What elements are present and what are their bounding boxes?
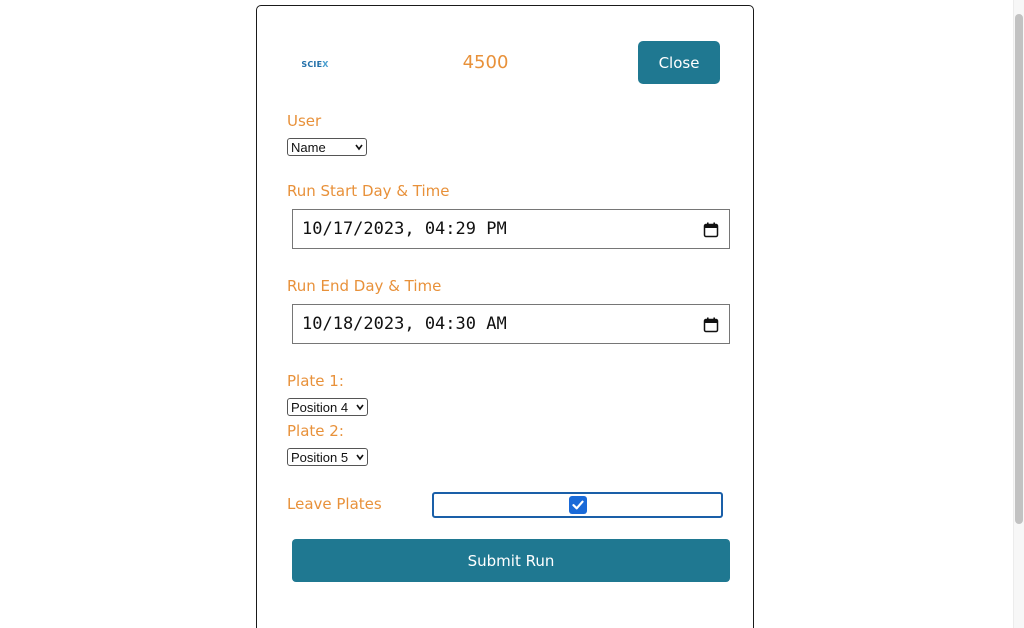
- user-label: User: [287, 112, 322, 130]
- instrument-title: 4500: [462, 52, 509, 73]
- user-select-value: Name: [291, 139, 326, 155]
- run-start-label: Run Start Day & Time: [287, 182, 450, 200]
- chevron-down-icon: [355, 144, 363, 151]
- scrollbar-thumb[interactable]: [1015, 14, 1023, 524]
- run-end-input[interactable]: 10/18/2023, 04:30 AM: [292, 304, 730, 344]
- close-button[interactable]: Close: [638, 41, 720, 84]
- chevron-down-icon: [356, 404, 364, 411]
- plate2-label: Plate 2:: [287, 422, 344, 440]
- run-start-input[interactable]: 10/17/2023, 04:29 PM: [292, 209, 730, 249]
- plate2-select-value: Position 5: [291, 449, 349, 465]
- logo-text: SCIEX: [301, 60, 329, 69]
- plate1-select-value: Position 4: [291, 399, 349, 415]
- run-dialog: SCIEX 4500 Close User Name Run Start Day…: [256, 5, 754, 628]
- plate1-label: Plate 1:: [287, 372, 344, 390]
- leave-plates-checkbox-container[interactable]: [432, 492, 723, 518]
- calendar-icon[interactable]: [703, 222, 719, 238]
- chevron-down-icon: [356, 454, 364, 461]
- run-end-label: Run End Day & Time: [287, 277, 442, 295]
- sciex-logo: SCIEX: [299, 58, 331, 72]
- leave-plates-label: Leave Plates: [287, 495, 382, 513]
- plate1-select[interactable]: Position 4: [287, 398, 368, 416]
- page: SCIEX 4500 Close User Name Run Start Day…: [0, 0, 1024, 628]
- checkmark-icon: [571, 500, 584, 510]
- plate2-select[interactable]: Position 5: [287, 448, 368, 466]
- scrollbar[interactable]: [1013, 0, 1024, 628]
- user-select[interactable]: Name: [287, 138, 367, 156]
- leave-plates-checkbox[interactable]: [568, 496, 587, 514]
- run-end-value: 10/18/2023, 04:30 AM: [302, 314, 507, 334]
- run-start-value: 10/17/2023, 04:29 PM: [302, 219, 507, 239]
- calendar-icon[interactable]: [703, 317, 719, 333]
- submit-run-button[interactable]: Submit Run: [292, 539, 730, 582]
